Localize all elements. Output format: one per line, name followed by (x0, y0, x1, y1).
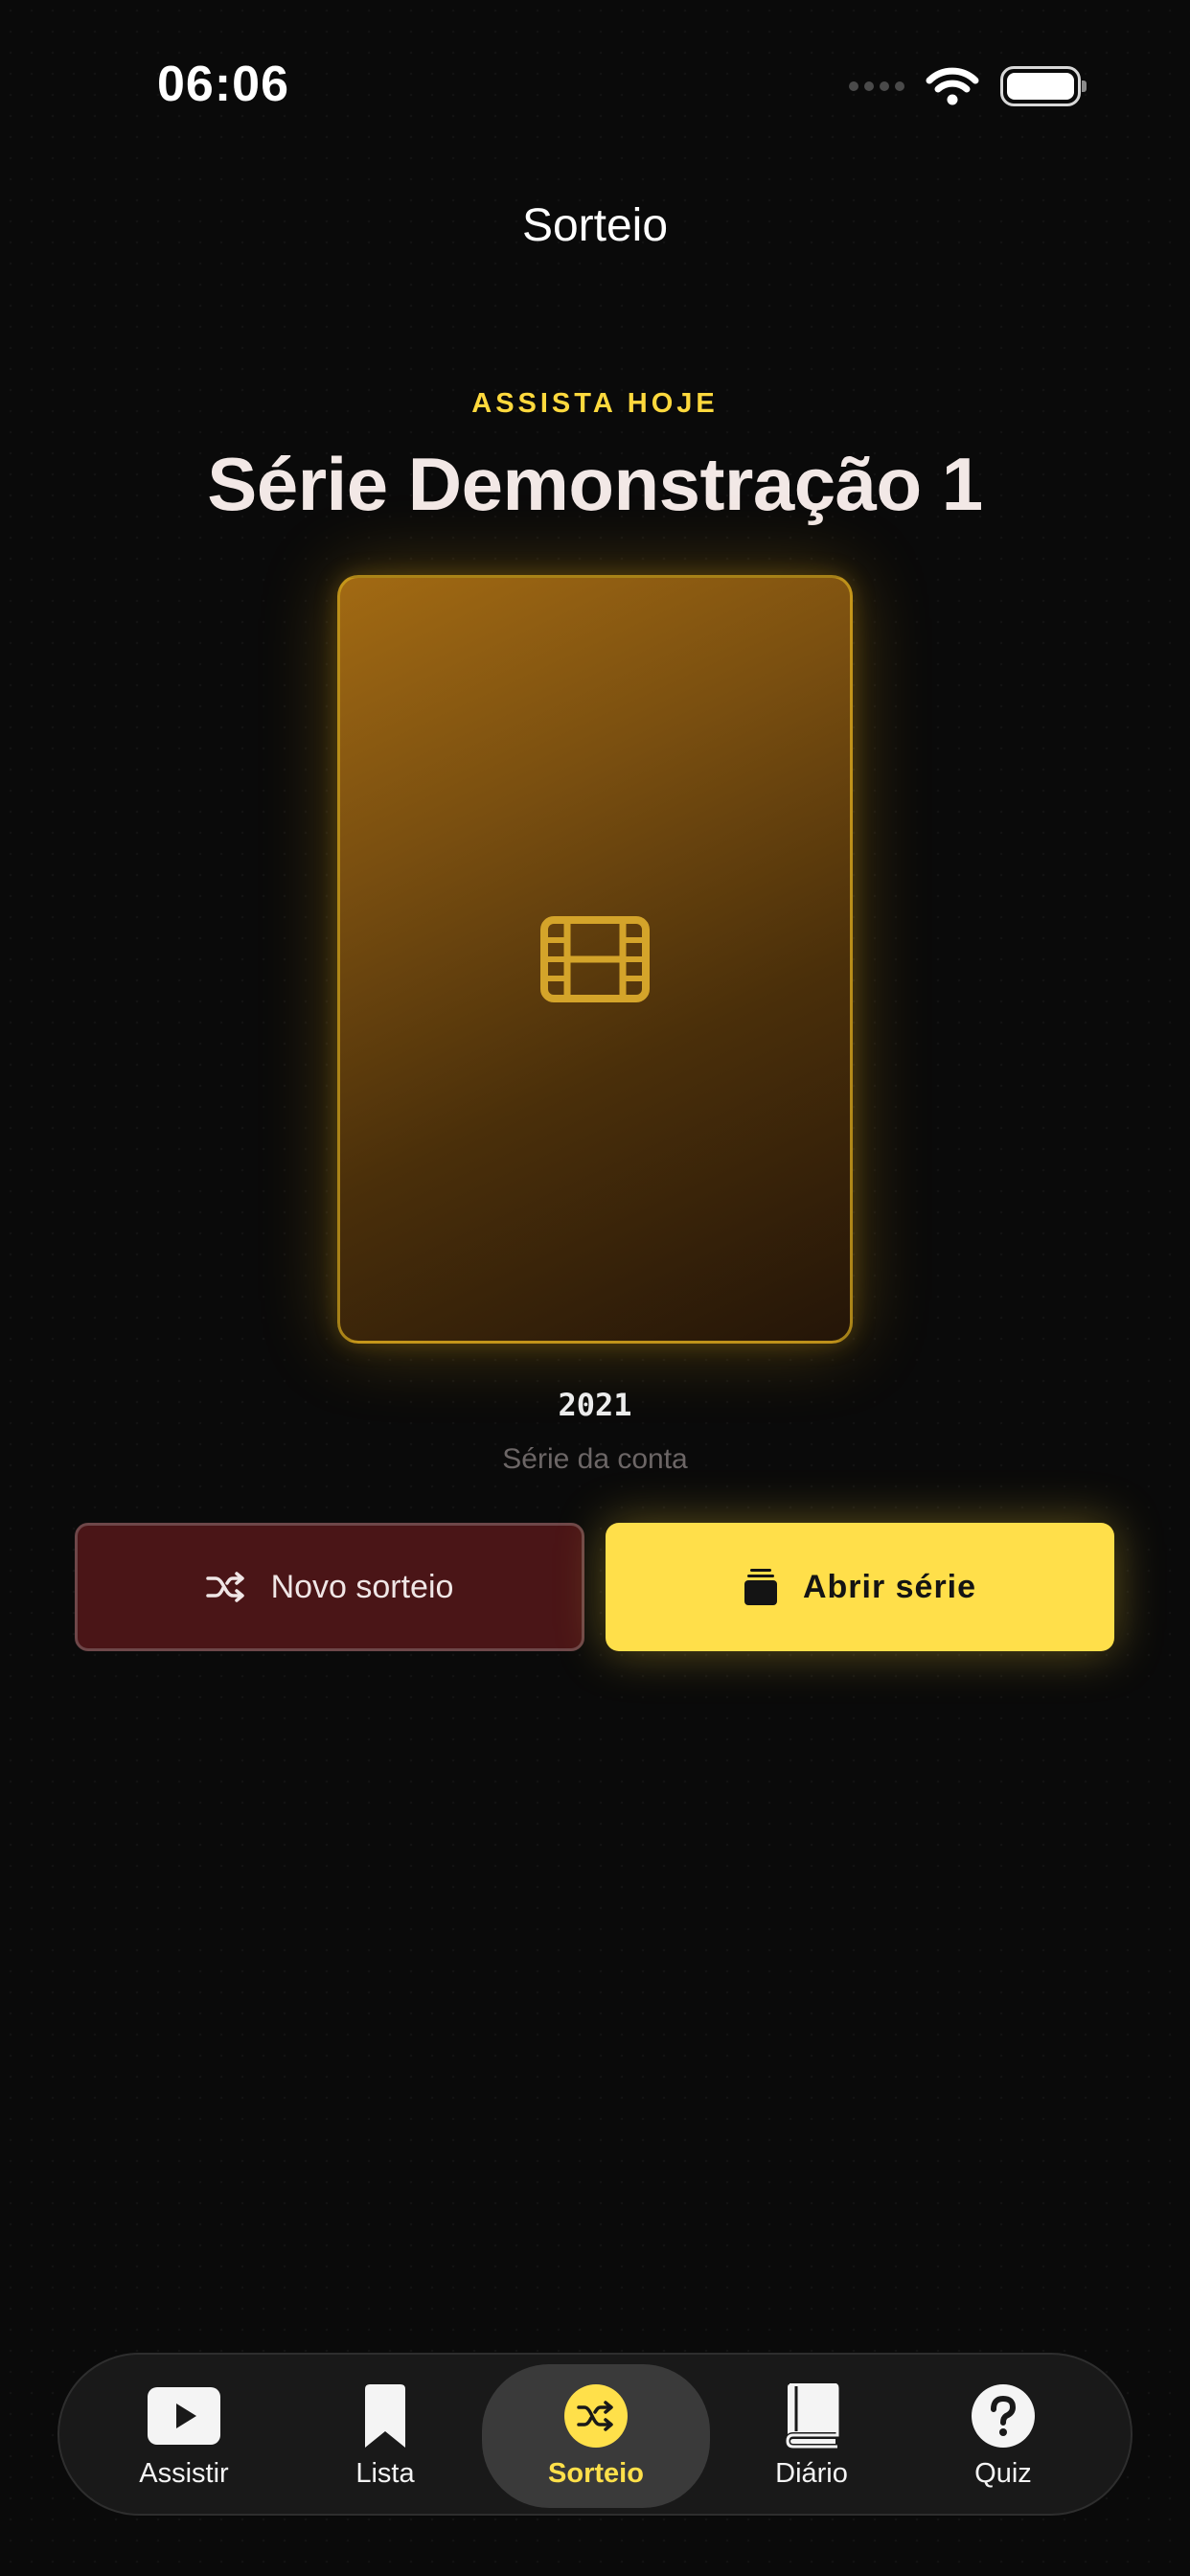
series-poster[interactable] (337, 575, 853, 1344)
tab-label: Quiz (974, 2457, 1032, 2489)
battery-icon (1000, 66, 1087, 106)
tab-sorteio[interactable]: Sorteio (482, 2364, 710, 2508)
draw-screen: 06:06 Sorteio ASSISTA HOJE Série Demonst… (0, 0, 1190, 2576)
open-series-button[interactable]: Abrir série (606, 1523, 1114, 1651)
new-draw-label: Novo sorteio (270, 1568, 454, 1605)
tab-assistir[interactable]: Assistir (98, 2364, 270, 2508)
new-draw-button[interactable]: Novo sorteio (75, 1523, 584, 1651)
question-icon (972, 2383, 1035, 2449)
series-title: Série Demonstração 1 (207, 442, 983, 526)
film-icon (540, 916, 650, 1002)
stack-icon (744, 1568, 778, 1606)
bookmark-icon (363, 2383, 407, 2449)
page-title: Sorteio (521, 200, 669, 251)
series-year: 2021 (558, 1387, 632, 1423)
tab-label: Sorteio (548, 2457, 644, 2489)
tab-diario[interactable]: Diário (721, 2364, 903, 2508)
play-icon (148, 2383, 220, 2449)
tab-lista[interactable]: Lista (304, 2364, 467, 2508)
eyebrow-label: ASSISTA HOJE (471, 388, 719, 419)
tab-label: Diário (775, 2457, 848, 2489)
tab-label: Lista (355, 2457, 415, 2489)
shuffle-icon (564, 2383, 628, 2449)
shuffle-icon (205, 1571, 246, 1603)
series-source: Série da conta (502, 1443, 688, 1475)
book-icon (784, 2382, 839, 2449)
status-indicators (849, 63, 1087, 109)
wifi-icon (926, 67, 979, 105)
tab-label: Assistir (139, 2457, 229, 2489)
tab-bar: Assistir Lista Sorteio Diário Quiz (57, 2353, 1133, 2516)
status-time: 06:06 (157, 57, 289, 112)
tab-quiz[interactable]: Quiz (922, 2364, 1085, 2508)
cellular-signal-icon (849, 81, 904, 91)
open-series-label: Abrir série (802, 1568, 977, 1605)
